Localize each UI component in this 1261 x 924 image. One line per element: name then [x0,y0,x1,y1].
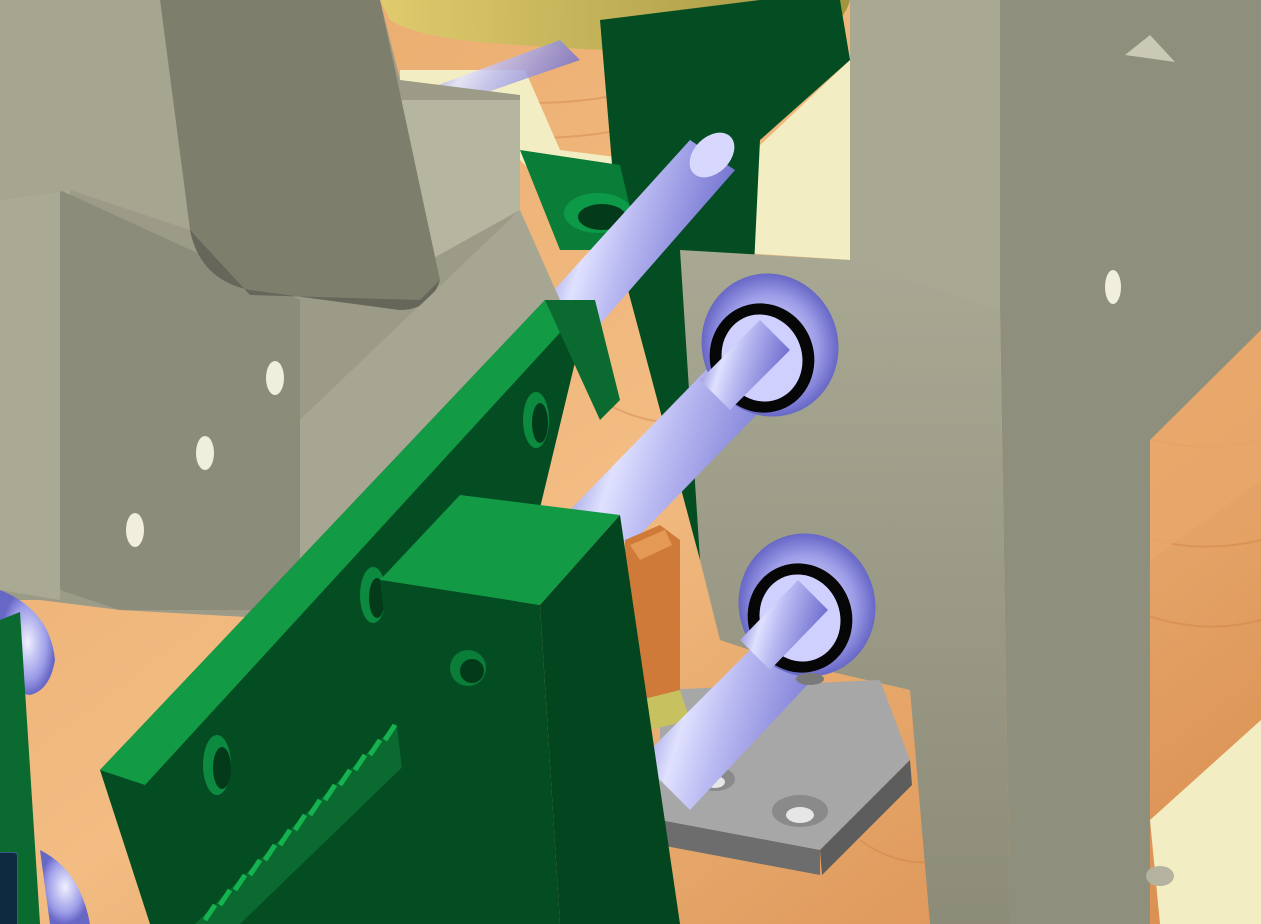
view-cube-icon[interactable] [0,852,18,924]
hole-bracket-left-2 [196,436,214,470]
cad-viewport[interactable] [0,0,1261,924]
hole-bracket-left-3 [126,513,144,547]
hole-bracket-right-low [1146,866,1174,886]
hole-bracket-left-1 [266,361,284,395]
hole-bracket-right [1105,270,1121,304]
3d-scene[interactable] [0,0,1261,924]
